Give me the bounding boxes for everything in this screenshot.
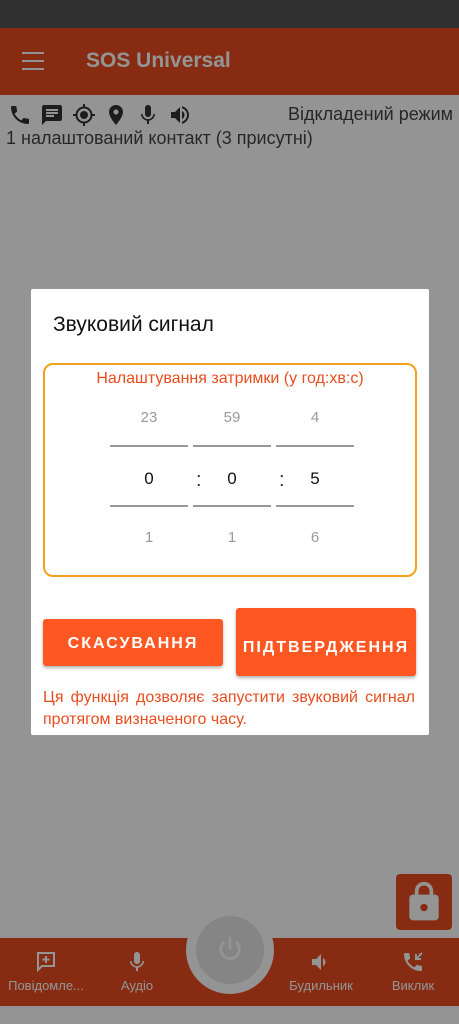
minutes-prev-value[interactable]: 59 <box>193 409 271 426</box>
divider <box>110 445 188 447</box>
dialog-description: Ця функція дозволяє запустити звуковий с… <box>43 689 415 728</box>
divider <box>276 505 354 507</box>
delay-label: Налаштування затримки (у год:хв:с) <box>96 370 364 387</box>
seconds-prev-value[interactable]: 4 <box>276 409 354 426</box>
hours-picker[interactable]: 23 0 1 <box>110 395 188 555</box>
dialog-title: Звуковий сигнал <box>53 313 214 336</box>
sound-signal-dialog: Звуковий сигнал Налаштування затримки (у… <box>31 289 429 735</box>
cancel-button[interactable]: СКАСУВАННЯ <box>43 619 223 666</box>
minutes-next-value[interactable]: 1 <box>193 529 271 546</box>
minutes-picker[interactable]: 59 0 1 <box>193 395 271 555</box>
seconds-value[interactable]: 5 <box>276 469 354 489</box>
hours-next-value[interactable]: 1 <box>110 529 188 546</box>
delay-settings-box: Налаштування затримки (у год:хв:с) 23 0 … <box>43 363 417 577</box>
hours-prev-value[interactable]: 23 <box>110 409 188 426</box>
divider <box>193 445 271 447</box>
seconds-next-value[interactable]: 6 <box>276 529 354 546</box>
minutes-value[interactable]: 0 <box>193 469 271 489</box>
confirm-button[interactable]: ПІДТВЕРДЖЕННЯ <box>236 608 416 676</box>
divider <box>193 505 271 507</box>
hours-value[interactable]: 0 <box>110 469 188 489</box>
seconds-picker[interactable]: 4 5 6 <box>276 395 354 555</box>
divider <box>110 505 188 507</box>
divider <box>276 445 354 447</box>
